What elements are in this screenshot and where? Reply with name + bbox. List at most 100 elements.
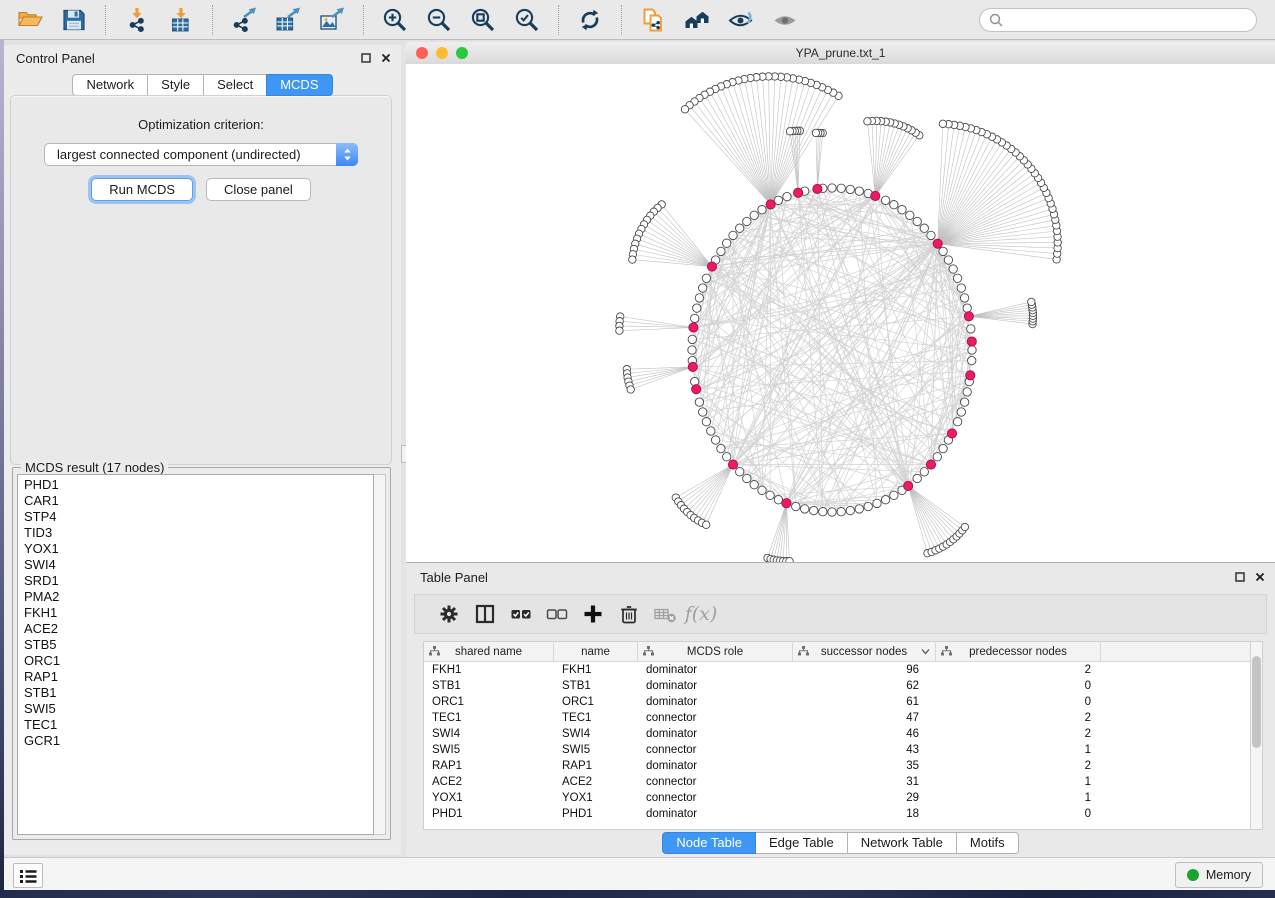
cell-mcds-role[interactable]: dominator bbox=[638, 678, 793, 694]
refresh-icon[interactable] bbox=[576, 6, 604, 34]
cell-predecessor-nodes[interactable]: 2 bbox=[936, 726, 1101, 742]
cell-name[interactable]: YOX1 bbox=[554, 790, 638, 806]
mcds-result-item[interactable]: TEC1 bbox=[24, 717, 373, 733]
cell-successor-nodes[interactable]: 61 bbox=[793, 694, 936, 710]
tab-mcds[interactable]: MCDS bbox=[266, 74, 332, 96]
first-neighbors-icon[interactable] bbox=[683, 6, 711, 34]
cell-successor-nodes[interactable]: 35 bbox=[793, 758, 936, 774]
mcds-hub-node[interactable] bbox=[871, 191, 880, 200]
cell-name[interactable]: STB1 bbox=[554, 678, 638, 694]
mcds-result-item[interactable]: SRD1 bbox=[24, 573, 373, 589]
table-row[interactable]: SWI4SWI4dominator462 bbox=[424, 726, 1262, 742]
mcds-hub-node[interactable] bbox=[688, 362, 697, 371]
cell-name[interactable]: TEC1 bbox=[554, 710, 638, 726]
cell-successor-nodes[interactable]: 31 bbox=[793, 774, 936, 790]
cell-shared-name[interactable]: ORC1 bbox=[424, 694, 554, 710]
cell-successor-nodes[interactable]: 46 bbox=[793, 726, 936, 742]
export-image-icon[interactable] bbox=[318, 6, 346, 34]
float-panel-icon[interactable] bbox=[360, 52, 371, 63]
cell-name[interactable]: ORC1 bbox=[554, 694, 638, 710]
table-row[interactable]: SWI5SWI5connector431 bbox=[424, 742, 1262, 758]
mcds-result-item[interactable]: YOX1 bbox=[24, 541, 373, 557]
table-row[interactable]: STB1STB1dominator620 bbox=[424, 678, 1262, 694]
tab-edge-table[interactable]: Edge Table bbox=[755, 832, 848, 854]
cell-name[interactable]: FKH1 bbox=[554, 662, 638, 678]
mcds-result-scrollbar[interactable] bbox=[374, 474, 386, 835]
tab-select[interactable]: Select bbox=[203, 74, 267, 96]
network-window-titlebar[interactable]: YPA_prune.txt_1 bbox=[406, 42, 1275, 65]
cell-shared-name[interactable]: SWI4 bbox=[424, 726, 554, 742]
cell-mcds-role[interactable]: connector bbox=[638, 790, 793, 806]
add-row-icon[interactable] bbox=[575, 601, 611, 627]
cell-name[interactable]: RAP1 bbox=[554, 758, 638, 774]
cell-mcds-role[interactable]: dominator bbox=[638, 694, 793, 710]
column-header-name[interactable]: name bbox=[554, 642, 638, 661]
cell-successor-nodes[interactable]: 47 bbox=[793, 710, 936, 726]
mcds-hub-node[interactable] bbox=[794, 188, 803, 197]
table-scrollbar-thumb[interactable] bbox=[1252, 656, 1261, 748]
cell-predecessor-nodes[interactable]: 2 bbox=[936, 710, 1101, 726]
mcds-result-item[interactable]: RAP1 bbox=[24, 669, 373, 685]
cell-shared-name[interactable]: PHD1 bbox=[424, 806, 554, 822]
search-box[interactable] bbox=[979, 8, 1257, 32]
table-row[interactable]: ORC1ORC1dominator610 bbox=[424, 694, 1262, 710]
run-mcds-button[interactable]: Run MCDS bbox=[91, 178, 193, 201]
mcds-result-list[interactable]: PHD1CAR1STP4TID3YOX1SWI4SRD1PMA2FKH1ACE2… bbox=[17, 474, 374, 835]
cell-predecessor-nodes[interactable]: 1 bbox=[936, 742, 1101, 758]
mcds-hub-node[interactable] bbox=[707, 262, 716, 271]
tab-motifs[interactable]: Motifs bbox=[956, 832, 1019, 854]
cell-mcds-role[interactable]: dominator bbox=[638, 662, 793, 678]
table-row[interactable]: TEC1TEC1connector472 bbox=[424, 710, 1262, 726]
mcds-hub-node[interactable] bbox=[728, 460, 737, 469]
cell-successor-nodes[interactable]: 43 bbox=[793, 742, 936, 758]
cell-name[interactable]: ACE2 bbox=[554, 774, 638, 790]
cell-shared-name[interactable]: RAP1 bbox=[424, 758, 554, 774]
cell-shared-name[interactable]: ACE2 bbox=[424, 774, 554, 790]
cell-mcds-role[interactable]: dominator bbox=[638, 758, 793, 774]
float-table-panel-icon[interactable] bbox=[1234, 571, 1245, 582]
open-file-icon[interactable] bbox=[16, 6, 44, 34]
mcds-result-item[interactable]: STB1 bbox=[24, 685, 373, 701]
mcds-hub-node[interactable] bbox=[926, 460, 935, 469]
close-panel-button[interactable]: Close panel bbox=[206, 178, 311, 201]
memory-button[interactable]: Memory bbox=[1175, 862, 1263, 888]
cell-predecessor-nodes[interactable]: 1 bbox=[936, 790, 1101, 806]
cell-successor-nodes[interactable]: 18 bbox=[793, 806, 936, 822]
cell-predecessor-nodes[interactable]: 0 bbox=[936, 678, 1101, 694]
mcds-result-item[interactable]: STP4 bbox=[24, 509, 373, 525]
search-input[interactable] bbox=[1009, 12, 1256, 28]
mcds-hub-node[interactable] bbox=[766, 200, 775, 209]
column-header-MCDS-role[interactable]: MCDS role bbox=[638, 642, 793, 661]
cell-successor-nodes[interactable]: 29 bbox=[793, 790, 936, 806]
mcds-result-item[interactable]: ACE2 bbox=[24, 621, 373, 637]
mcds-hub-node[interactable] bbox=[964, 312, 973, 321]
cell-mcds-role[interactable]: connector bbox=[638, 774, 793, 790]
new-network-from-selection-icon[interactable] bbox=[639, 6, 667, 34]
mcds-hub-node[interactable] bbox=[689, 323, 698, 332]
mcds-result-item[interactable]: GCR1 bbox=[24, 733, 373, 749]
cell-predecessor-nodes[interactable]: 2 bbox=[936, 662, 1101, 678]
mcds-hub-node[interactable] bbox=[904, 481, 913, 490]
cell-name[interactable]: SWI4 bbox=[554, 726, 638, 742]
cell-mcds-role[interactable]: connector bbox=[638, 742, 793, 758]
cell-shared-name[interactable]: TEC1 bbox=[424, 710, 554, 726]
cell-mcds-role[interactable]: connector bbox=[638, 710, 793, 726]
mcds-hub-node[interactable] bbox=[933, 239, 942, 248]
mcds-hub-node[interactable] bbox=[692, 385, 701, 394]
export-table-icon[interactable] bbox=[274, 6, 302, 34]
mcds-result-item[interactable]: CAR1 bbox=[24, 493, 373, 509]
cell-predecessor-nodes[interactable]: 0 bbox=[936, 806, 1101, 822]
column-header-successor-nodes[interactable]: successor nodes bbox=[793, 642, 936, 661]
tab-network-table[interactable]: Network Table bbox=[847, 832, 957, 854]
cell-predecessor-nodes[interactable]: 1 bbox=[936, 774, 1101, 790]
close-panel-icon[interactable] bbox=[380, 52, 391, 63]
table-row[interactable]: PHD1PHD1dominator180 bbox=[424, 806, 1262, 822]
zoom-window-icon[interactable] bbox=[456, 47, 468, 59]
tab-style[interactable]: Style bbox=[147, 74, 204, 96]
cell-shared-name[interactable]: YOX1 bbox=[424, 790, 554, 806]
zoom-selected-icon[interactable] bbox=[513, 6, 541, 34]
mcds-hub-node[interactable] bbox=[813, 184, 822, 193]
columns-icon[interactable] bbox=[467, 601, 503, 627]
mcds-result-item[interactable]: STB5 bbox=[24, 637, 373, 653]
optimization-criterion-select[interactable]: largest connected component (undirected) bbox=[44, 143, 358, 166]
